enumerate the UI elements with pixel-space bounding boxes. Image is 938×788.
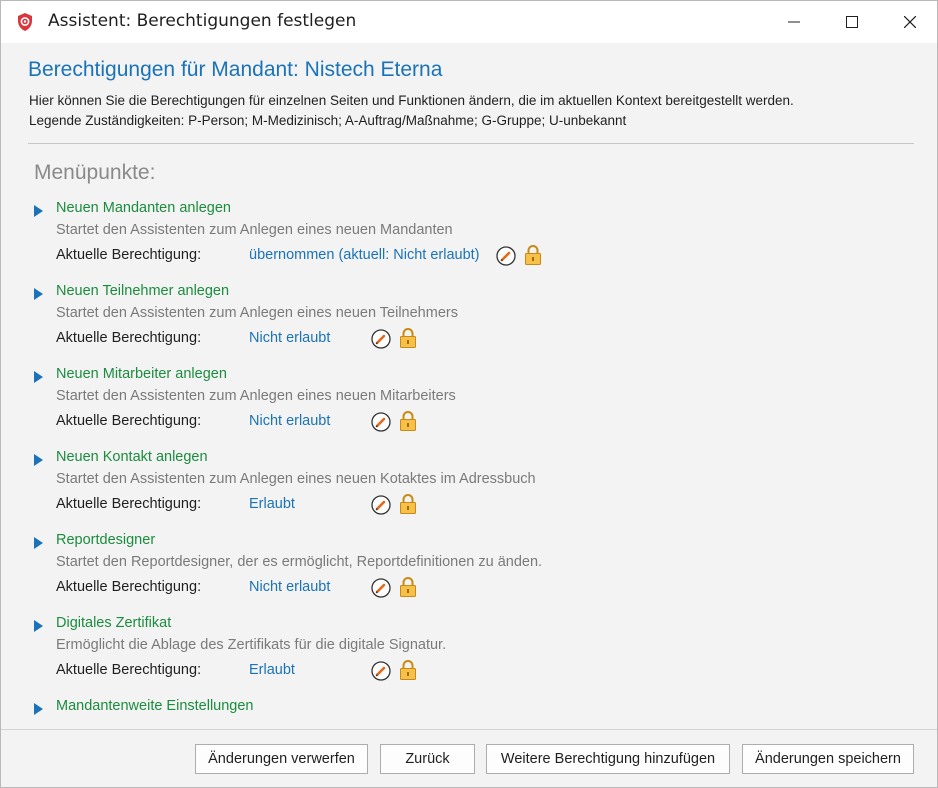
minimize-icon — [788, 21, 800, 23]
window-title: Assistent: Berechtigungen festlegen — [48, 11, 357, 31]
permission-label: Aktuelle Berechtigung: — [56, 579, 202, 595]
permission-value[interactable]: Erlaubt — [249, 662, 295, 678]
maximize-icon — [846, 16, 858, 28]
permission-value[interactable]: übernommen (aktuell: Nicht erlaubt) — [249, 247, 480, 263]
expand-arrow-icon[interactable] — [34, 205, 43, 217]
menu-item-title[interactable]: Neuen Mandanten anlegen — [56, 200, 231, 216]
close-button[interactable] — [881, 1, 937, 43]
permission-label: Aktuelle Berechtigung: — [56, 496, 202, 512]
minimize-button[interactable] — [765, 1, 823, 43]
lock-icon[interactable] — [523, 244, 543, 266]
lock-icon[interactable] — [398, 410, 418, 432]
menu-item-title[interactable]: Neuen Mitarbeiter anlegen — [56, 366, 227, 382]
expand-arrow-icon[interactable] — [34, 703, 43, 715]
page-description: Hier können Sie die Berechtigungen für e… — [29, 93, 794, 108]
menu-item-description: Startet den Assistenten zum Anlegen eine… — [56, 222, 453, 238]
expand-arrow-icon[interactable] — [34, 371, 43, 383]
menu-item-title[interactable]: Reportdesigner — [56, 532, 155, 548]
menu-item-description: Ermöglicht die Ablage des Zertifikats fü… — [56, 637, 447, 653]
content-area: Berechtigungen für Mandant: Nistech Eter… — [1, 43, 937, 729]
edit-icon[interactable] — [371, 412, 391, 432]
lock-icon[interactable] — [398, 327, 418, 349]
permission-label: Aktuelle Berechtigung: — [56, 413, 202, 429]
close-icon — [904, 16, 916, 28]
menu-item-description: Startet den Reportdesigner, der es ermög… — [56, 554, 543, 570]
permission-label: Aktuelle Berechtigung: — [56, 662, 202, 678]
section-title: Menüpunkte: — [34, 161, 156, 184]
maximize-button[interactable] — [823, 1, 881, 43]
edit-icon[interactable] — [371, 661, 391, 681]
permission-label: Aktuelle Berechtigung: — [56, 330, 202, 346]
permission-value[interactable]: Nicht erlaubt — [249, 579, 330, 595]
permission-value[interactable]: Erlaubt — [249, 496, 295, 512]
add-permission-button[interactable]: Weitere Berechtigung hinzufügen — [486, 744, 730, 774]
permission-value[interactable]: Nicht erlaubt — [249, 413, 330, 429]
shield-icon — [15, 12, 35, 32]
lock-icon[interactable] — [398, 659, 418, 681]
menu-item-mandantenweite-einstellungen: Mandantenweite Einstellungen — [1, 698, 937, 728]
permission-label: Aktuelle Berechtigung: — [56, 247, 202, 263]
menu-item-neuen-teilnehmer-anlegen: Neuen Teilnehmer anlegen Startet den Ass… — [1, 283, 937, 363]
menu-item-description: Startet den Assistenten zum Anlegen eine… — [56, 471, 536, 487]
menu-item-neuen-mitarbeiter-anlegen: Neuen Mitarbeiter anlegen Startet den As… — [1, 366, 937, 446]
edit-icon[interactable] — [371, 495, 391, 515]
expand-arrow-icon[interactable] — [34, 454, 43, 466]
edit-icon[interactable] — [371, 578, 391, 598]
expand-arrow-icon[interactable] — [34, 288, 43, 300]
page-title: Berechtigungen für Mandant: Nistech Eter… — [28, 58, 443, 81]
save-changes-button[interactable]: Änderungen speichern — [742, 744, 914, 774]
divider — [28, 143, 914, 144]
lock-icon[interactable] — [398, 493, 418, 515]
expand-arrow-icon[interactable] — [34, 620, 43, 632]
expand-arrow-icon[interactable] — [34, 537, 43, 549]
menu-item-neuen-kontakt-anlegen: Neuen Kontakt anlegen Startet den Assist… — [1, 449, 937, 529]
menu-item-title[interactable]: Neuen Teilnehmer anlegen — [56, 283, 229, 299]
discard-changes-button[interactable]: Änderungen verwerfen — [195, 744, 368, 774]
menu-item-digitales-zertifikat: Digitales Zertifikat Ermöglicht die Abla… — [1, 615, 937, 695]
title-bar[interactable]: Assistent: Berechtigungen festlegen — [1, 1, 937, 43]
menu-item-description: Startet den Assistenten zum Anlegen eine… — [56, 388, 456, 404]
menu-item-reportdesigner: Reportdesigner Startet den Reportdesigne… — [1, 532, 937, 612]
button-bar: Änderungen verwerfen Zurück Weitere Bere… — [1, 729, 937, 787]
legend-text: Legende Zuständigkeiten: P-Person; M-Med… — [29, 113, 627, 128]
menu-item-title[interactable]: Digitales Zertifikat — [56, 615, 171, 631]
permission-value[interactable]: Nicht erlaubt — [249, 330, 330, 346]
lock-icon[interactable] — [398, 576, 418, 598]
edit-icon[interactable] — [496, 246, 516, 266]
dialog-window: Assistent: Berechtigungen festlegen Bere… — [0, 0, 938, 788]
menu-item-description: Startet den Assistenten zum Anlegen eine… — [56, 305, 458, 321]
menu-item-neuen-mandanten-anlegen: Neuen Mandanten anlegen Startet den Assi… — [1, 200, 937, 280]
edit-icon[interactable] — [371, 329, 391, 349]
menu-item-title[interactable]: Mandantenweite Einstellungen — [56, 698, 254, 714]
menu-item-title[interactable]: Neuen Kontakt anlegen — [56, 449, 208, 465]
back-button[interactable]: Zurück — [380, 744, 475, 774]
